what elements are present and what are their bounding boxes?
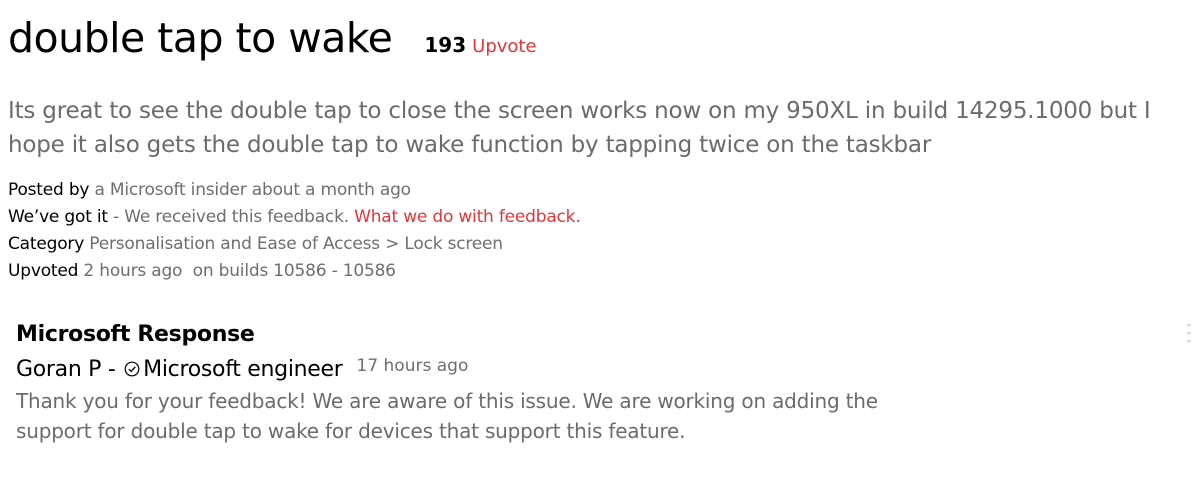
posted-by-value: a Microsoft insider about a month ago bbox=[89, 180, 411, 200]
status-label: We’ve got it bbox=[8, 207, 108, 227]
category-label: Category bbox=[8, 234, 85, 254]
response-author: Goran P - Microsoft engineer bbox=[16, 357, 343, 382]
feedback-info-link[interactable]: What we do with feedback. bbox=[354, 207, 581, 227]
category-row: Category Personalisation and Ease of Acc… bbox=[8, 231, 581, 258]
author-role: Microsoft engineer bbox=[143, 357, 343, 382]
feedback-meta: Posted by a Microsoft insider about a mo… bbox=[8, 177, 581, 285]
response-author-row: Goran P - Microsoft engineer 17 hours ag… bbox=[16, 356, 956, 382]
feedback-detail-page: double tap to wake 193 Upvote Its great … bbox=[0, 0, 1193, 480]
posted-by-label: Posted by bbox=[8, 180, 90, 200]
upvoted-label: Upvoted bbox=[8, 261, 79, 281]
feedback-description: Its great to see the double tap to close… bbox=[8, 98, 1151, 158]
upvoted-row: Upvoted 2 hours ago on builds 10586 - 10… bbox=[8, 258, 581, 285]
verified-check-icon bbox=[124, 361, 140, 377]
upvote-button[interactable]: Upvote bbox=[472, 36, 536, 57]
scrollbar[interactable] bbox=[1187, 324, 1191, 344]
response-heading: Microsoft Response bbox=[16, 322, 255, 347]
upvoted-value: 2 hours ago on builds 10586 - 10586 bbox=[78, 261, 396, 281]
response-timestamp: 17 hours ago bbox=[356, 356, 469, 376]
category-value: Personalisation and Ease of Access > Loc… bbox=[84, 234, 503, 254]
response-body: Thank you for your feedback! We are awar… bbox=[16, 389, 878, 443]
status-row: We’ve got it - We received this feedback… bbox=[8, 204, 581, 231]
status-value: - We received this feedback. bbox=[107, 207, 355, 227]
title-row: double tap to wake 193 Upvote bbox=[8, 14, 537, 62]
vote-count: 193 bbox=[424, 33, 467, 57]
author-name: Goran P - bbox=[16, 357, 123, 382]
microsoft-response: Microsoft Response Goran P - Microsoft e… bbox=[16, 322, 956, 446]
posted-by-row: Posted by a Microsoft insider about a mo… bbox=[8, 177, 581, 204]
feedback-title: double tap to wake bbox=[8, 14, 393, 62]
